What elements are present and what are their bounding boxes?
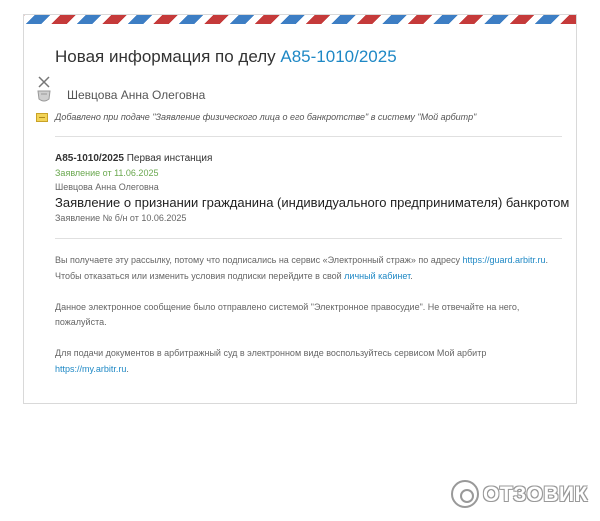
subscription-notice: Вы получаете эту рассылку, потому что по… bbox=[55, 255, 549, 281]
case-number-link[interactable]: А85-1010/2025 bbox=[280, 47, 396, 66]
document-number: Заявление № б/н от 10.06.2025 bbox=[55, 213, 187, 223]
case-instance: Первая инстанция bbox=[126, 153, 213, 164]
otzovik-watermark: ОТЗОВИК bbox=[451, 478, 597, 512]
document-title: Заявление о признании гражданина (индиви… bbox=[55, 195, 570, 210]
otzovik-logo-icon bbox=[451, 480, 479, 508]
case-block: А85-1010/2025 Первая инстанция Заявление… bbox=[55, 153, 570, 223]
case-number: А85-1010/2025 bbox=[55, 153, 124, 164]
guard-link[interactable]: https://guard.arbitr.ru bbox=[463, 255, 546, 265]
title-prefix: Новая информация по делу bbox=[55, 47, 276, 66]
note-text: Добавлено при подаче "Заявление физическ… bbox=[55, 112, 477, 122]
case-header: А85-1010/2025 Первая инстанция bbox=[55, 153, 565, 164]
note-icon bbox=[36, 113, 48, 122]
note-row: Добавлено при подаче "Заявление физическ… bbox=[36, 111, 566, 127]
auto-message-notice: Данное электронное сообщение было отправ… bbox=[55, 301, 520, 328]
email-footer: Вы получаете эту рассылку, потому что по… bbox=[55, 253, 565, 393]
email-title: Новая информация по делу А85-1010/2025 bbox=[55, 47, 397, 67]
my-arbitr-link[interactable]: https://my.arbitr.ru bbox=[55, 364, 126, 374]
judge-name: Шевцова Анна Олеговна bbox=[67, 88, 206, 102]
my-arbitr-notice: Для подачи документов в арбитражный суд … bbox=[55, 348, 487, 374]
cabinet-link[interactable]: личный кабинет bbox=[344, 271, 410, 281]
airmail-border bbox=[24, 15, 576, 24]
judge-avatar-icon bbox=[37, 76, 51, 102]
watermark-text: ОТЗОВИК bbox=[483, 483, 588, 506]
case-person: Шевцова Анна Олеговна bbox=[55, 182, 159, 192]
divider bbox=[55, 238, 562, 239]
judge-row: Шевцова Анна Олеговна bbox=[36, 75, 556, 107]
email-card: Новая информация по делу А85-1010/2025 Ш… bbox=[23, 14, 577, 404]
divider bbox=[55, 136, 562, 137]
case-date: Заявление от 11.06.2025 bbox=[55, 168, 159, 178]
